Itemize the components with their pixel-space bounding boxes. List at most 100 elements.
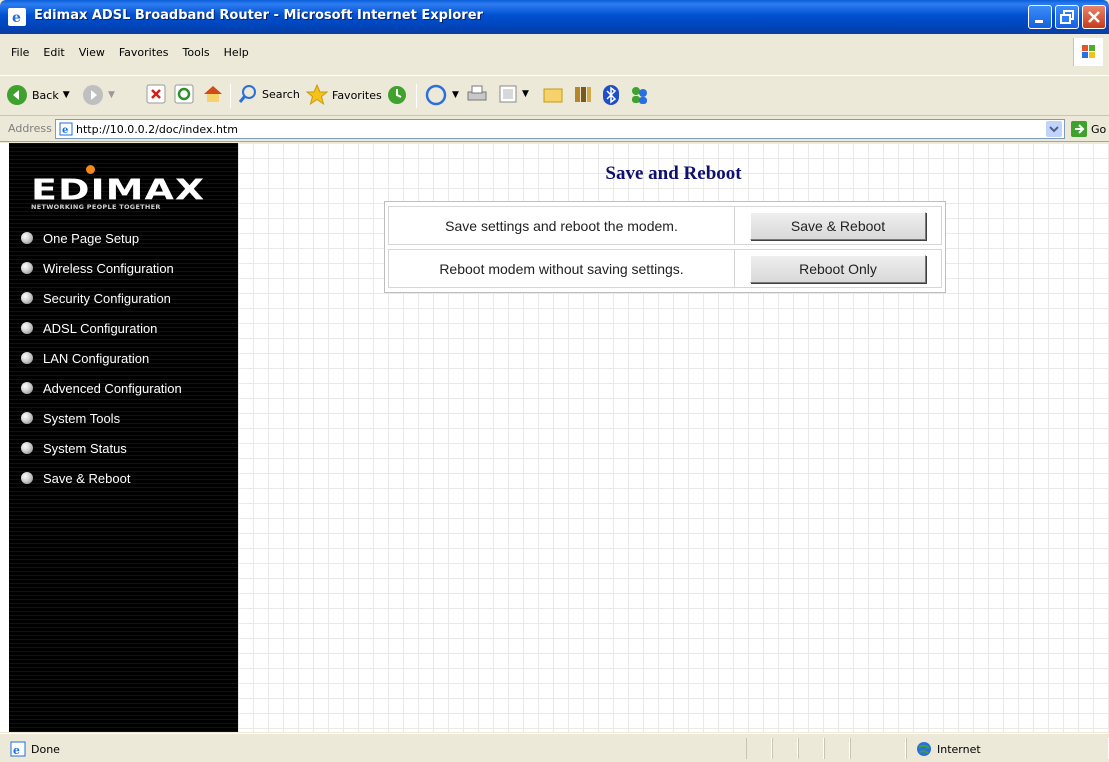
address-input[interactable]: e http://10.0.0.2/doc/index.htm: [55, 119, 1065, 139]
restore-button[interactable]: [1055, 5, 1079, 29]
sidebar-item-adsl-configuration[interactable]: ADSL Configuration: [9, 313, 238, 343]
bullet-icon: [21, 472, 33, 484]
home-button[interactable]: [202, 84, 224, 104]
title-bar: e Edimax ADSL Broadband Router - Microso…: [0, 0, 1109, 34]
row-description: Save settings and reboot the modem.: [389, 207, 735, 244]
window-title: Edimax ADSL Broadband Router - Microsoft…: [34, 8, 483, 23]
edit-icon: [499, 85, 517, 103]
sidebar-nav: One Page Setup Wireless Configuration Se…: [9, 223, 238, 493]
address-bar: Address e http://10.0.0.2/doc/index.htm …: [0, 116, 1109, 142]
bluetooth-button[interactable]: [602, 84, 620, 106]
edimax-logo: EDIMAX: [31, 173, 206, 206]
minimize-icon: [1035, 20, 1043, 23]
save-reboot-button[interactable]: Save & Reboot: [750, 211, 926, 240]
forward-button[interactable]: ▼: [82, 84, 115, 106]
minimize-button[interactable]: [1028, 5, 1052, 29]
toolbar: Back ▼ ▼ Search Favorites ▼ ▼: [0, 76, 1109, 116]
messenger-button[interactable]: [628, 84, 650, 106]
bullet-icon: [21, 292, 33, 304]
page-content: EDIMAX NETWORKING PEOPLE TOGETHER One Pa…: [0, 143, 1109, 732]
sidebar-item-label: System Tools: [43, 410, 121, 426]
close-button[interactable]: [1082, 5, 1106, 29]
books-icon: [575, 87, 591, 102]
sidebar-item-label: One Page Setup: [43, 230, 140, 246]
bluetooth-icon: [603, 85, 619, 105]
history-button[interactable]: [386, 84, 408, 106]
folder-icon: [543, 88, 563, 103]
sidebar-item-system-status[interactable]: System Status: [9, 433, 238, 463]
edit-button[interactable]: ▼: [498, 84, 529, 104]
page-title: Save and Reboot: [605, 163, 742, 184]
page-icon: e: [59, 122, 73, 136]
search-icon: [238, 85, 256, 103]
sidebar-item-label: LAN Configuration: [43, 350, 150, 366]
favorites-button[interactable]: Favorites: [306, 84, 382, 106]
history-icon: [388, 86, 406, 104]
sidebar-item-label: Wireless Configuration: [43, 260, 174, 276]
stop-button[interactable]: [146, 84, 166, 104]
sidebar: EDIMAX NETWORKING PEOPLE TOGETHER One Pa…: [9, 143, 238, 732]
windows-logo-icon: [1073, 38, 1103, 66]
close-icon: [1088, 11, 1100, 23]
printer-icon: [467, 85, 487, 101]
back-button[interactable]: Back ▼: [6, 84, 70, 106]
sidebar-item-lan-configuration[interactable]: LAN Configuration: [9, 343, 238, 373]
search-label: Search: [262, 87, 300, 101]
go-button[interactable]: Go: [1070, 120, 1106, 138]
svg-text:e: e: [13, 744, 20, 757]
table-row: Reboot modem without saving settings. Re…: [388, 249, 942, 288]
sidebar-item-advanced-configuration[interactable]: Advenced Configuration: [9, 373, 238, 403]
back-arrow-icon: [7, 85, 27, 105]
back-label: Back: [32, 88, 59, 102]
logo-tagline: NETWORKING PEOPLE TOGETHER: [31, 203, 161, 211]
sidebar-item-system-tools[interactable]: System Tools: [9, 403, 238, 433]
star-icon: [306, 84, 328, 106]
globe-icon: [917, 742, 931, 756]
bullet-icon: [21, 352, 33, 364]
address-url: http://10.0.0.2/doc/index.htm: [76, 123, 238, 136]
menu-file[interactable]: File: [4, 44, 36, 61]
menu-help[interactable]: Help: [217, 44, 256, 61]
status-bar: e Done Internet: [0, 733, 1109, 762]
folder-button[interactable]: [542, 84, 564, 104]
page-done-icon: e: [10, 741, 26, 757]
dropdown-arrow-icon[interactable]: ▼: [63, 90, 70, 100]
address-label: Address: [8, 122, 52, 135]
sidebar-item-label: Save & Reboot: [43, 470, 131, 486]
favorites-label: Favorites: [332, 88, 382, 102]
menu-bar: File Edit View Favorites Tools Help: [0, 34, 1109, 76]
row-description: Reboot modem without saving settings.: [389, 250, 735, 287]
sidebar-item-one-page-setup[interactable]: One Page Setup: [9, 223, 238, 253]
menu-view[interactable]: View: [72, 44, 112, 61]
bullet-icon: [21, 322, 33, 334]
print-button[interactable]: [466, 84, 488, 104]
forward-arrow-icon: [83, 85, 103, 105]
restore-icon: [1060, 10, 1074, 24]
ie-icon: e: [8, 8, 26, 26]
research-button[interactable]: [572, 84, 594, 104]
chevron-down-icon: [1049, 126, 1059, 133]
go-label: Go: [1091, 122, 1107, 136]
sidebar-item-security-configuration[interactable]: Security Configuration: [9, 283, 238, 313]
dropdown-arrow-icon[interactable]: ▼: [452, 90, 459, 100]
dropdown-arrow-icon[interactable]: ▼: [522, 89, 529, 99]
menu-favorites[interactable]: Favorites: [112, 44, 176, 61]
home-icon: [204, 86, 222, 102]
dropdown-arrow-icon[interactable]: ▼: [108, 90, 115, 100]
search-button[interactable]: Search: [238, 84, 300, 104]
refresh-button[interactable]: [174, 84, 194, 104]
menu-tools[interactable]: Tools: [176, 44, 217, 61]
menu-edit[interactable]: Edit: [36, 44, 71, 61]
go-arrow-icon: [1071, 121, 1087, 137]
sidebar-item-save-reboot[interactable]: Save & Reboot: [9, 463, 238, 493]
mail-button[interactable]: ▼: [424, 84, 459, 106]
address-dropdown-button[interactable]: [1046, 121, 1062, 137]
reboot-only-button[interactable]: Reboot Only: [750, 254, 926, 283]
table-row: Save settings and reboot the modem. Save…: [388, 206, 942, 245]
messenger-icon: [632, 87, 647, 104]
refresh-icon: [174, 84, 194, 104]
stop-icon: [146, 84, 166, 104]
sidebar-item-label: System Status: [43, 440, 127, 456]
sidebar-item-label: Security Configuration: [43, 290, 171, 306]
sidebar-item-wireless-configuration[interactable]: Wireless Configuration: [9, 253, 238, 283]
